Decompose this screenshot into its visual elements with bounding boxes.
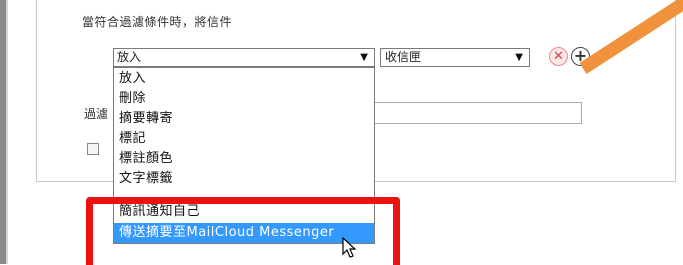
dropdown-option[interactable]: 標註顏色 [114,149,374,169]
folder-select[interactable]: 收信匣 ▼ [380,48,530,67]
action-select[interactable]: 放入 ▼ [113,48,375,67]
filter-label: 過濾 [84,107,109,121]
mouse-pointer-icon [342,237,357,258]
chevron-down-icon: ▼ [515,52,523,63]
filter-input[interactable] [372,102,582,124]
dropdown-option[interactable]: 刪除 [114,89,374,109]
chevron-down-icon: ▼ [360,52,368,63]
dropdown-option[interactable]: 摘要轉寄 [114,109,374,129]
condition-label: 當符合過濾條件時，將信件 [82,15,233,29]
close-circle-icon[interactable]: ✕ [549,47,568,66]
dropdown-option[interactable]: 文字標籤 [114,169,374,189]
folder-select-value: 收信匣 [385,50,422,64]
rule-checkbox[interactable] [87,143,99,155]
dropdown-option[interactable]: 標記 [114,129,374,149]
window-frame-inner [6,0,8,264]
dropdown-option[interactable]: 放入 [114,69,374,89]
action-select-value: 放入 [117,50,142,64]
